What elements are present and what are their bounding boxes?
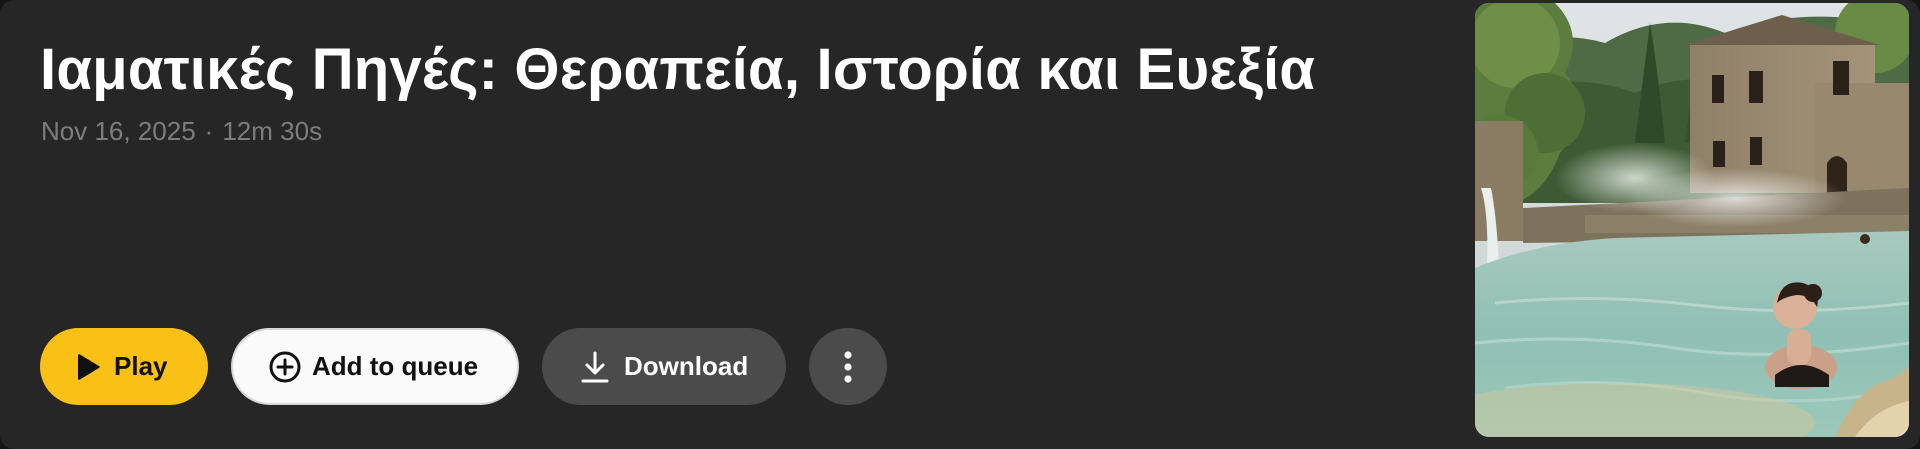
- episode-duration: 12m 30s: [222, 116, 323, 146]
- episode-card: Ιαματικές Πηγές: Θεραπεία, Ιστορία και Ε…: [0, 0, 1920, 449]
- plus-circle-icon: [268, 350, 302, 384]
- download-icon: [580, 350, 610, 384]
- play-label: Play: [114, 351, 168, 381]
- meta-separator: ·: [204, 116, 214, 146]
- episode-thumbnail: [1475, 3, 1909, 437]
- episode-date: Nov 16, 2025: [41, 116, 196, 146]
- episode-title: Ιαματικές Πηγές: Θεραπεία, Ιστορία και Ε…: [40, 37, 1316, 102]
- play-icon: [76, 352, 102, 382]
- play-button[interactable]: Play: [40, 328, 208, 405]
- more-options-button[interactable]: [809, 328, 887, 405]
- episode-meta: Nov 16, 2025 · 12m 30s: [41, 116, 322, 146]
- download-button[interactable]: Download: [542, 328, 786, 405]
- more-vertical-icon: [843, 350, 853, 384]
- download-label: Download: [624, 351, 749, 381]
- action-bar: Play Add to queue Download: [40, 328, 887, 405]
- add-to-queue-label: Add to queue: [312, 351, 479, 381]
- add-to-queue-button[interactable]: Add to queue: [231, 328, 519, 405]
